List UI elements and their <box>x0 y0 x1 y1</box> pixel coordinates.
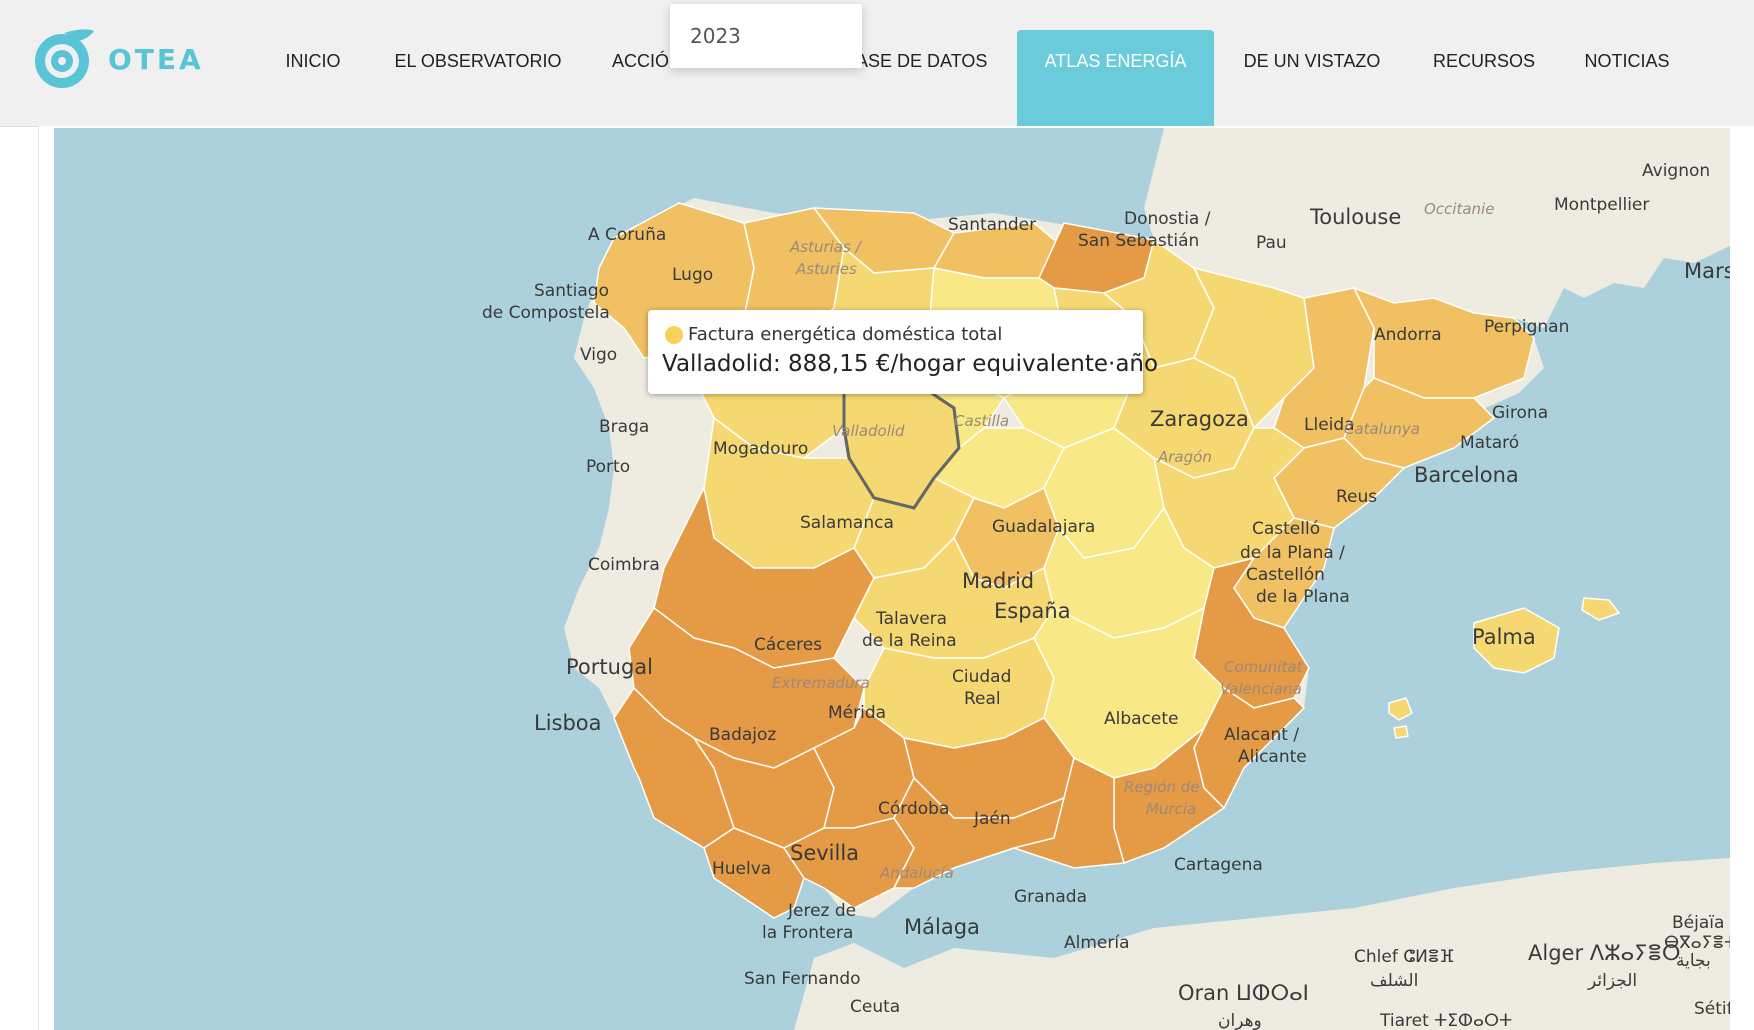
label-catalunya: Catalunya <box>1344 420 1420 438</box>
label-valladolid: Valladolid <box>832 422 905 440</box>
label-talavera-2: de la Reina <box>862 631 957 651</box>
label-asturias: Asturias / <box>789 238 863 256</box>
label-granada: Granada <box>1014 887 1087 907</box>
label-pau: Pau <box>1256 233 1287 253</box>
choropleth-map[interactable]: Avignon Montpellier Toulouse Occitanie P… <box>54 128 1730 1030</box>
label-madrid: Madrid <box>962 569 1034 593</box>
label-alger: Alger ⴷⵣⴰⵢⴻⵔ <box>1528 941 1681 965</box>
owl-eye-icon <box>35 29 94 88</box>
label-montpellier: Montpellier <box>1554 195 1649 215</box>
label-castello-4: de la Plana <box>1256 587 1350 607</box>
label-lugo: Lugo <box>672 265 713 285</box>
label-guadalajara: Guadalajara <box>992 517 1095 537</box>
label-caceres: Cáceres <box>754 635 822 655</box>
label-aragon: Aragón <box>1157 448 1212 466</box>
label-donostia: Donostia / <box>1124 209 1211 229</box>
label-porto: Porto <box>586 457 630 477</box>
label-ciudad-1: Ciudad <box>952 667 1011 687</box>
series-color-dot <box>665 326 683 344</box>
label-bejaia-tf: ⴱⴳⴰⵢⴻⵜ <box>1664 933 1730 953</box>
nav-de-un-vistazo[interactable]: DE UN VISTAZO <box>1232 30 1392 126</box>
label-san-fernando: San Fernando <box>744 969 861 989</box>
label-avignon: Avignon <box>1642 161 1710 181</box>
label-jaen: Jaén <box>973 809 1011 829</box>
label-ceuta: Ceuta <box>850 997 900 1017</box>
label-huelva: Huelva <box>712 859 771 879</box>
label-mataro: Mataró <box>1460 433 1519 453</box>
label-barcelona: Barcelona <box>1414 463 1519 487</box>
label-mogadouro: Mogadouro <box>713 439 808 459</box>
nav-inicio[interactable]: INICIO <box>274 30 352 126</box>
label-bejaia: Béjaïa <box>1672 913 1724 933</box>
label-asturies: Asturies <box>795 260 857 278</box>
label-chlef: Chlef ⵛⵍⴻⴼ <box>1354 947 1454 967</box>
year-dropdown[interactable]: 2023 <box>670 4 862 68</box>
label-salamanca: Salamanca <box>800 513 894 533</box>
label-santander: Santander <box>948 215 1036 235</box>
label-oran: Oran ⵡⵀⵔⴰⵏ <box>1178 981 1309 1005</box>
label-andorra: Andorra <box>1374 325 1442 345</box>
label-cartagena: Cartagena <box>1174 855 1263 875</box>
tooltip-value: Valladolid: 888,15 €/hogar equivalente·a… <box>662 351 1159 377</box>
label-bejaia-ar: بجاية <box>1676 951 1711 971</box>
label-reus: Reus <box>1336 487 1377 507</box>
label-jerez-2: la Frontera <box>762 923 853 943</box>
logo-text: OTEA <box>108 42 204 76</box>
map-tooltip: Factura energética doméstica total Valla… <box>648 310 1158 394</box>
nav-acciones[interactable]: ACCIÓ <box>612 30 674 126</box>
nav-base-de-datos[interactable]: ASE DE DATOS <box>856 30 996 126</box>
otea-logo[interactable]: OTEA <box>34 26 204 92</box>
label-cordoba: Córdoba <box>878 799 949 819</box>
label-san-sebastian: San Sebastián <box>1078 231 1199 251</box>
site-header: OTEA INICIO EL OBSERVATORIO ACCIÓ ASE DE… <box>0 0 1754 127</box>
label-coimbra: Coimbra <box>588 555 660 575</box>
label-santiago: Santiago <box>534 281 609 301</box>
label-comunitat-1: Comunitat <box>1224 658 1304 676</box>
label-a-coruna: A Coruña <box>588 225 666 245</box>
label-setif: Sétif <box>1694 999 1730 1019</box>
label-toulouse: Toulouse <box>1309 205 1401 229</box>
nav-noticias[interactable]: NOTICIAS <box>1574 30 1680 126</box>
label-comunitat-2: Valenciana <box>1220 680 1302 698</box>
label-alger-ar: الجزائر <box>1587 971 1637 991</box>
label-malaga: Málaga <box>904 915 980 939</box>
label-portugal: Portugal <box>566 655 653 679</box>
label-castello-1: Castelló <box>1252 519 1320 539</box>
label-de-compostela: de Compostela <box>482 303 610 323</box>
tooltip-series-name: Factura energética doméstica total <box>688 324 1003 345</box>
label-ciudad-2: Real <box>964 689 1001 709</box>
label-palma: Palma <box>1472 625 1536 649</box>
label-braga: Braga <box>599 417 649 437</box>
label-badajoz: Badajoz <box>709 725 776 745</box>
label-almeria: Almería <box>1064 933 1130 953</box>
label-tiaret: Tiaret ⵜⵉⵀⴰⵔⵜ <box>1379 1011 1512 1030</box>
label-occitanie: Occitanie <box>1424 200 1494 218</box>
label-castello-2: de la Plana / <box>1240 543 1345 563</box>
label-andalucia: Andalucía <box>879 864 954 882</box>
label-sevilla: Sevilla <box>790 841 859 865</box>
label-merida: Mérida <box>828 703 886 723</box>
label-espana: España <box>994 599 1071 623</box>
label-murcia-2: Murcia <box>1146 800 1196 818</box>
label-castello-3: Castellón <box>1246 565 1325 585</box>
label-marse: Marse <box>1684 259 1730 283</box>
nav-atlas-energia[interactable]: ATLAS ENERGÍA <box>1017 30 1214 126</box>
label-lisboa: Lisboa <box>534 711 602 735</box>
label-talavera-1: Talavera <box>875 609 947 629</box>
label-chlef-ar: الشلف <box>1370 971 1418 991</box>
label-murcia-1: Región de <box>1124 778 1200 796</box>
label-alacant-1: Alacant / <box>1224 725 1299 745</box>
label-alacant-2: Alicante <box>1238 747 1307 767</box>
label-albacete: Albacete <box>1104 709 1179 729</box>
label-girona: Girona <box>1492 403 1548 423</box>
label-jerez-1: Jerez de <box>787 901 856 921</box>
label-castilla: Castilla <box>954 412 1009 430</box>
nav-el-observatorio[interactable]: EL OBSERVATORIO <box>386 30 570 126</box>
label-vigo: Vigo <box>580 345 617 365</box>
label-extremadura: Extremadura <box>772 674 870 692</box>
nav-recursos[interactable]: RECURSOS <box>1424 30 1544 126</box>
label-wahran: وهران <box>1218 1011 1262 1030</box>
label-zaragoza: Zaragoza <box>1150 407 1249 431</box>
label-perpignan: Perpignan <box>1484 317 1569 337</box>
